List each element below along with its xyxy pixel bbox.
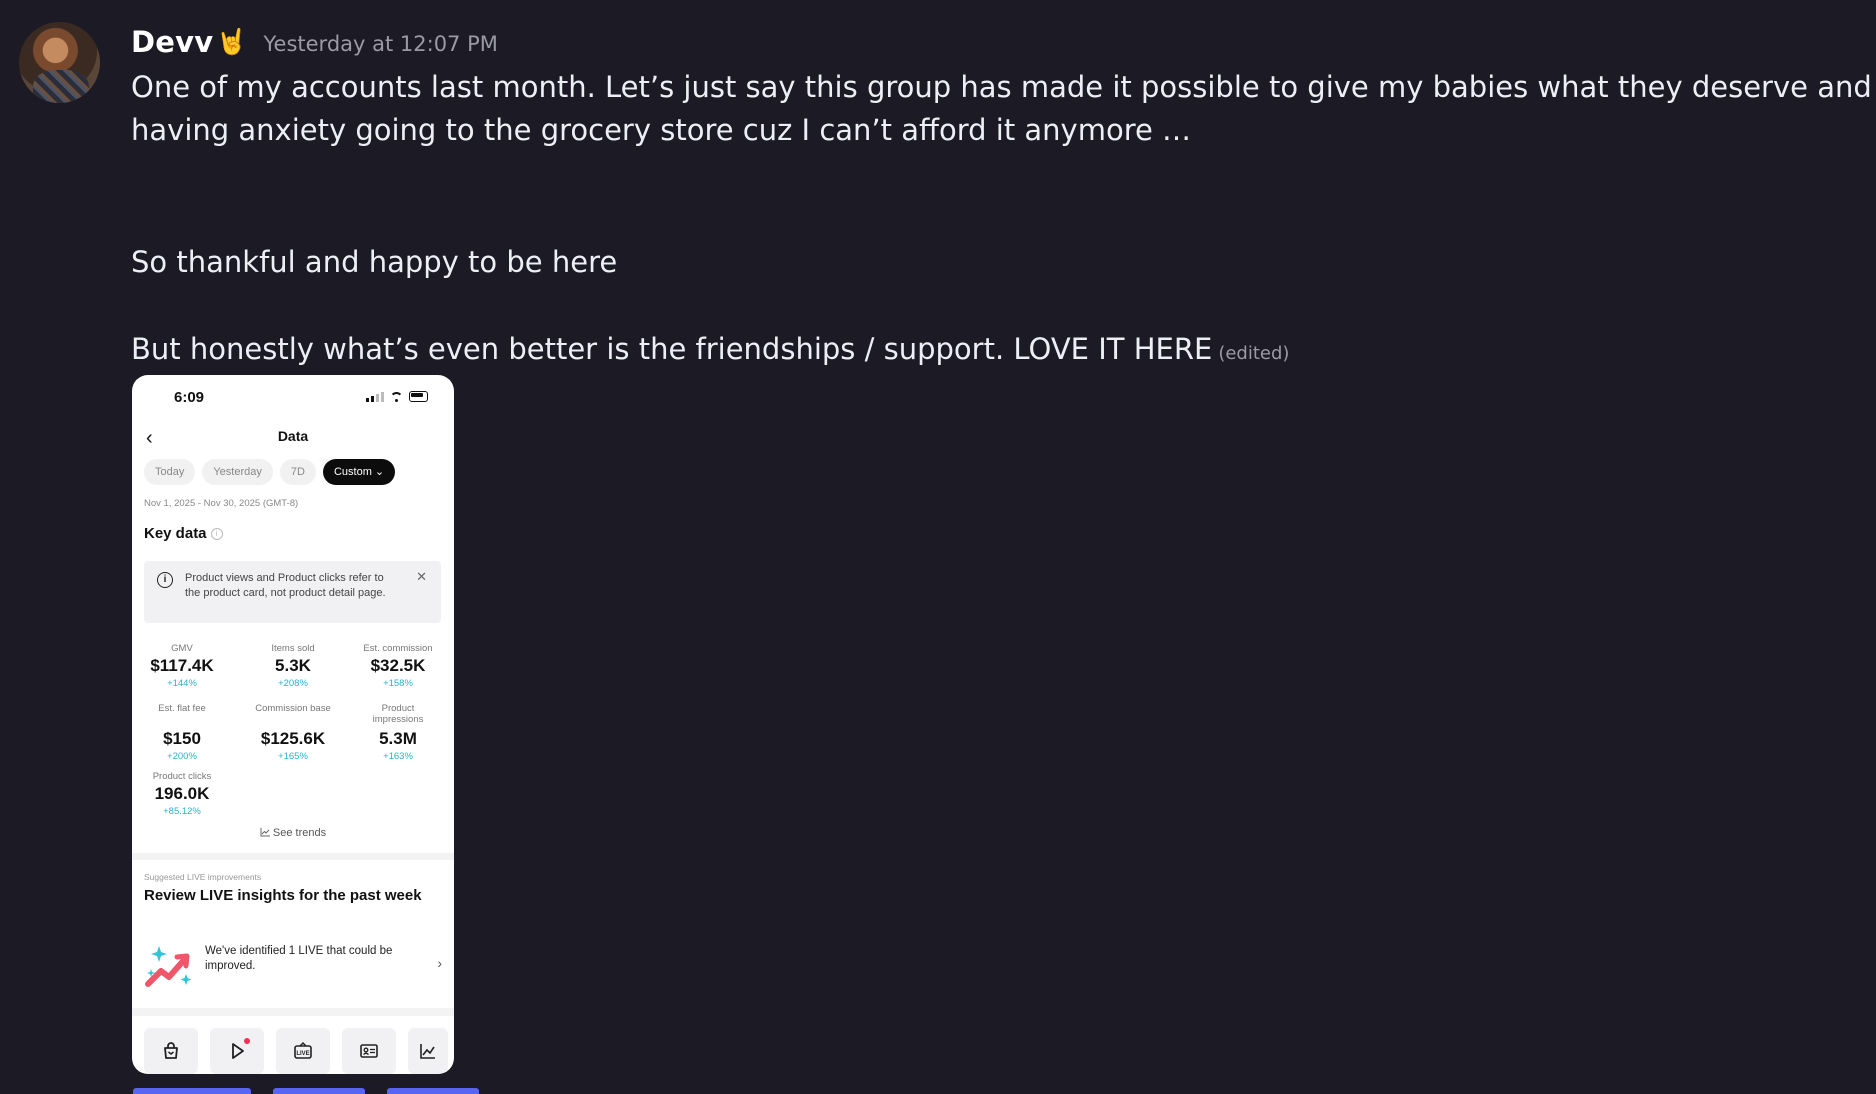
timestamp[interactable]: Yesterday at 12:07 PM: [264, 32, 498, 56]
stat-value: 5.3M: [379, 729, 417, 748]
stat-change: +144%: [167, 678, 197, 689]
stat-product-clicks: Product clicks 196.0K +85.12%: [132, 771, 232, 817]
stat-label: Commission base: [255, 703, 331, 714]
message-line-4: But honestly what’s even better is the f…: [131, 327, 1791, 376]
sparkle-trend-icon: [145, 946, 192, 987]
reaction-button[interactable]: [273, 1088, 365, 1094]
stat-label: GMV: [171, 643, 193, 654]
stat-change: +163%: [383, 751, 413, 762]
see-trends-label: See trends: [272, 827, 327, 839]
username[interactable]: Devv: [131, 25, 213, 59]
page-title: Data: [277, 428, 309, 444]
svg-text:LIVE: LIVE: [296, 1051, 309, 1057]
chevron-right-icon[interactable]: ›: [437, 955, 442, 971]
notification-dot: [244, 1038, 250, 1044]
stat-value: 5.3K: [275, 656, 311, 675]
date-filter-chips: Today Yesterday 7D Custom ⌄: [144, 459, 396, 485]
message-line-1: One of my accounts last month. Let’s jus…: [131, 70, 1876, 104]
stat-label: Est. commission: [363, 643, 433, 654]
play-icon[interactable]: [210, 1028, 264, 1074]
section-divider: [132, 853, 454, 860]
shopping-bag-icon[interactable]: [144, 1028, 198, 1074]
stat-value: $117.4K: [150, 656, 214, 675]
key-data-label: Key data: [144, 525, 207, 542]
key-data-heading: Key data i: [144, 525, 223, 542]
reaction-button[interactable]: [387, 1088, 479, 1094]
message-header: Devv 🤘 Yesterday at 12:07 PM: [131, 22, 498, 62]
stat-est-flat-fee: Est. flat fee $150 +200%: [132, 703, 232, 762]
edited-label: (edited): [1218, 343, 1290, 364]
stat-product-impressions: Product impressions 5.3M +163%: [348, 703, 448, 762]
section-divider: [132, 1008, 454, 1016]
stat-label: Est. flat fee: [158, 703, 206, 714]
info-circle-icon: i: [157, 572, 173, 588]
stat-change: +208%: [278, 678, 308, 689]
chip-custom[interactable]: Custom ⌄: [322, 459, 396, 485]
notice-text: Product views and Product clicks refer t…: [185, 572, 386, 599]
stat-label: Product clicks: [152, 771, 212, 782]
suggested-label: Suggested LIVE improvements: [144, 872, 262, 882]
stat-value: $32.5K: [370, 656, 426, 675]
stat-gmv: GMV $117.4K +144%: [132, 643, 232, 689]
stat-label: Product impressions: [372, 703, 424, 725]
status-icons: [366, 391, 428, 402]
stat-value: $125.6K: [260, 729, 326, 748]
trend-chart-icon: [260, 828, 270, 837]
image-attachment[interactable]: 6:09 ‹ Data Today Yesterday 7D Custom ⌄ …: [132, 375, 454, 1074]
wifi-icon: [390, 391, 403, 402]
see-trends-link[interactable]: See trends: [132, 827, 454, 839]
stat-label: Items sold: [271, 643, 315, 654]
stat-change: +165%: [278, 751, 308, 762]
bottom-tab-bar: LIVE: [144, 1028, 448, 1074]
rock-hand-emoji: 🤘: [216, 27, 248, 56]
chart-icon[interactable]: [408, 1028, 448, 1074]
stat-commission-base: Commission base $125.6K +165%: [243, 703, 343, 762]
chip-7d[interactable]: 7D: [279, 459, 316, 485]
stat-items-sold: Items sold 5.3K +208%: [243, 643, 343, 689]
info-icon[interactable]: i: [210, 527, 223, 540]
stat-change: +85.12%: [163, 806, 201, 817]
stat-value: 196.0K: [154, 784, 210, 803]
signal-icon: [366, 391, 384, 402]
stat-est-commission: Est. commission $32.5K +158%: [348, 643, 448, 689]
close-icon[interactable]: ✕: [416, 569, 427, 585]
live-icon[interactable]: LIVE: [276, 1028, 330, 1074]
date-range: Nov 1, 2025 - Nov 30, 2025 (GMT-8): [144, 498, 299, 509]
avatar[interactable]: [19, 22, 100, 103]
review-title: Review LIVE insights for the past week: [144, 887, 422, 904]
stat-value: $150: [163, 729, 201, 748]
message-line-3: So thankful and happy to be here: [131, 245, 618, 279]
chip-yesterday[interactable]: Yesterday: [202, 459, 273, 485]
battery-icon: [409, 391, 428, 402]
message-line-4-text: But honestly what’s even better is the f…: [131, 332, 1213, 366]
stat-change: +158%: [383, 678, 413, 689]
status-time: 6:09: [174, 389, 205, 406]
chip-today[interactable]: Today: [144, 459, 196, 485]
message-line-2: having anxiety going to the grocery stor…: [131, 113, 1192, 147]
stat-change: +200%: [167, 751, 197, 762]
reaction-button[interactable]: [133, 1088, 251, 1094]
id-card-icon[interactable]: [342, 1028, 396, 1074]
improve-text: We've identified 1 LIVE that could be im…: [205, 945, 393, 972]
reaction-buttons-edge: [133, 1088, 479, 1094]
notice-banner: i Product views and Product clicks refer…: [144, 561, 441, 623]
